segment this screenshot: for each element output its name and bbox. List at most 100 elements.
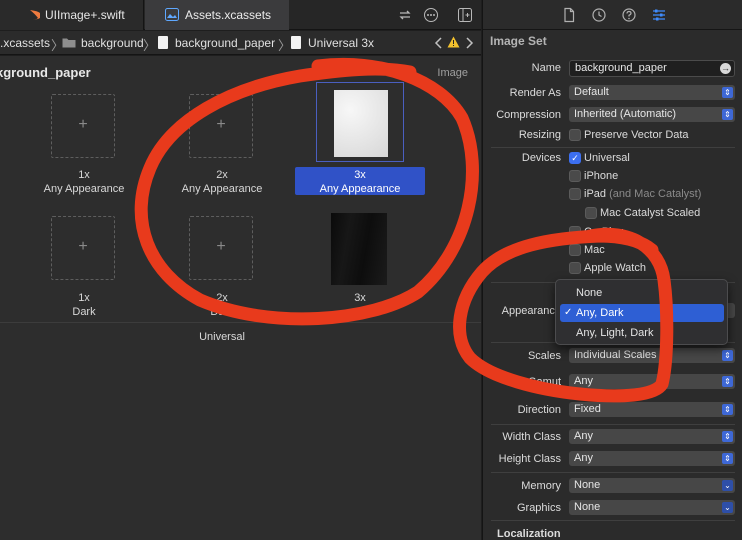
- updown-icon: ⇕: [722, 376, 733, 387]
- help-inspector-icon[interactable]: [621, 7, 637, 23]
- slot-label-3x-any: 3x Any Appearance: [319, 169, 401, 195]
- swap-icon[interactable]: [397, 7, 413, 23]
- resizing-label: Resizing: [518, 129, 561, 141]
- history-inspector-icon[interactable]: [591, 7, 607, 23]
- render-as-label: Render As: [509, 87, 561, 99]
- preserve-vector-checkbox[interactable]: [569, 129, 581, 141]
- file-inspector-icon[interactable]: [561, 7, 577, 23]
- breadcrumb-separator: 〉: [278, 38, 292, 53]
- arrow-right-icon[interactable]: →: [720, 63, 731, 74]
- chevron-right-icon[interactable]: [464, 37, 474, 49]
- slot-3x-dark-image[interactable]: [331, 213, 387, 285]
- apple-watch-label: Apple Watch: [584, 262, 646, 274]
- chevron-down-icon: ⌄: [722, 480, 733, 491]
- updown-icon: ⇕: [722, 431, 733, 442]
- breadcrumb-xcassets[interactable]: .xcassets: [0, 36, 50, 50]
- image-set-title: kground_paper: [0, 65, 91, 80]
- updown-icon: ⇕: [722, 87, 733, 98]
- slot-label-1x-any: 1x Any Appearance: [43, 169, 125, 195]
- tab-label: Assets.xcassets: [185, 8, 272, 22]
- paper-texture-light: [334, 90, 388, 157]
- mac-catalyst-scaled-checkbox[interactable]: [585, 207, 597, 219]
- apple-watch-checkbox[interactable]: [569, 262, 581, 274]
- height-class-select[interactable]: Any ⇕: [569, 451, 735, 466]
- updown-icon: ⇕: [722, 350, 733, 361]
- direction-label: Direction: [517, 404, 561, 416]
- carplay-checkbox[interactable]: [569, 226, 581, 238]
- menu-item-none[interactable]: None: [560, 284, 724, 302]
- more-options-icon[interactable]: [423, 7, 439, 23]
- image-icon: [291, 36, 301, 49]
- width-class-label: Width Class: [502, 431, 561, 443]
- slot-1x-any[interactable]: +: [51, 94, 115, 158]
- slot-2x-any[interactable]: +: [189, 94, 253, 158]
- render-as-select[interactable]: Default ⇕: [569, 85, 735, 100]
- scales-select[interactable]: Individual Scales ⇕: [569, 348, 735, 363]
- gamut-label: Gamut: [527, 376, 561, 388]
- gamut-select[interactable]: Any ⇕: [569, 374, 735, 389]
- checkmark-icon: ✓: [564, 307, 573, 318]
- breadcrumb-background[interactable]: background: [81, 36, 144, 50]
- editor-tab-bar: UIImage+.swift Assets.xcassets: [0, 0, 481, 30]
- ipad-checkbox[interactable]: [569, 188, 581, 200]
- slot-label-1x-dark: 1x Dark: [72, 292, 96, 318]
- slot-2x-dark[interactable]: +: [189, 216, 253, 280]
- plus-icon: +: [216, 116, 226, 133]
- mac-label: Mac: [584, 244, 605, 256]
- asset-canvas: kground_paper Image + 1x Any Appearance +…: [0, 56, 481, 540]
- memory-select[interactable]: None ⌄: [569, 478, 735, 493]
- slot-label-3x-dark: 3x: [354, 292, 366, 304]
- name-value: background_paper: [575, 62, 667, 74]
- memory-label: Memory: [521, 480, 561, 492]
- chevron-down-icon: ⌄: [722, 502, 733, 513]
- width-class-select[interactable]: Any ⇕: [569, 429, 735, 444]
- devices-label: Devices: [521, 152, 561, 164]
- image-set-icon: [158, 36, 168, 49]
- tab-label: UIImage+.swift: [45, 8, 125, 22]
- image-type-label: Image: [437, 67, 468, 79]
- universal-checkbox[interactable]: ✓: [569, 152, 581, 164]
- appearance-label: Appearance: [501, 305, 561, 317]
- ipad-label: iPad (and Mac Catalyst): [584, 188, 702, 200]
- breadcrumb-separator: 〉: [143, 38, 157, 53]
- menu-item-any-light-dark[interactable]: Any, Light, Dark: [560, 324, 724, 342]
- compression-select[interactable]: Inherited (Automatic) ⇕: [569, 107, 735, 122]
- graphics-label: Graphics: [516, 502, 561, 514]
- warning-icon[interactable]: [447, 36, 460, 48]
- divider: [491, 520, 735, 521]
- divider: [0, 322, 481, 323]
- breadcrumb-background-paper[interactable]: background_paper: [175, 36, 275, 50]
- plus-icon: +: [216, 238, 226, 255]
- universal-label: Universal: [584, 152, 630, 164]
- chevron-left-icon[interactable]: [434, 37, 444, 49]
- localization-section-title: Localization: [497, 528, 561, 540]
- iphone-label: iPhone: [584, 170, 619, 182]
- slot-1x-dark[interactable]: +: [51, 216, 115, 280]
- menu-item-any-dark[interactable]: ✓ Any, Dark: [560, 304, 724, 322]
- preserve-vector-label: Preserve Vector Data: [584, 129, 689, 141]
- slot-3x-any-image[interactable]: [316, 82, 404, 162]
- plus-icon: +: [78, 238, 88, 255]
- appearance-popup-menu: None ✓ Any, Dark Any, Light, Dark: [555, 279, 728, 345]
- attributes-inspector-icon[interactable]: [651, 7, 667, 23]
- swift-icon: [30, 10, 40, 20]
- add-editor-icon[interactable]: [457, 7, 473, 23]
- breadcrumb-universal-3x[interactable]: Universal 3x: [308, 36, 374, 50]
- name-label: Name: [531, 62, 561, 74]
- divider: [491, 424, 735, 425]
- plus-icon: +: [78, 116, 88, 133]
- direction-select[interactable]: Fixed ⇕: [569, 402, 735, 417]
- graphics-select[interactable]: None ⌄: [569, 500, 735, 515]
- iphone-checkbox[interactable]: [569, 170, 581, 182]
- inspector-tab-bar: [483, 0, 742, 30]
- mac-catalyst-scaled-label: Mac Catalyst Scaled: [600, 207, 701, 219]
- slot-label-2x-any: 2x Any Appearance: [181, 169, 263, 195]
- breadcrumb: .xcassets 〉 background 〉 background_pape…: [0, 31, 481, 55]
- name-field[interactable]: background_paper →: [569, 60, 735, 77]
- updown-icon: ⇕: [722, 453, 733, 464]
- mac-checkbox[interactable]: [569, 244, 581, 256]
- height-class-label: Height Class: [498, 453, 561, 465]
- section-title: Image Set: [490, 34, 547, 48]
- scales-label: Scales: [527, 350, 561, 362]
- tab-uiimage-swift[interactable]: UIImage+.swift: [0, 0, 144, 30]
